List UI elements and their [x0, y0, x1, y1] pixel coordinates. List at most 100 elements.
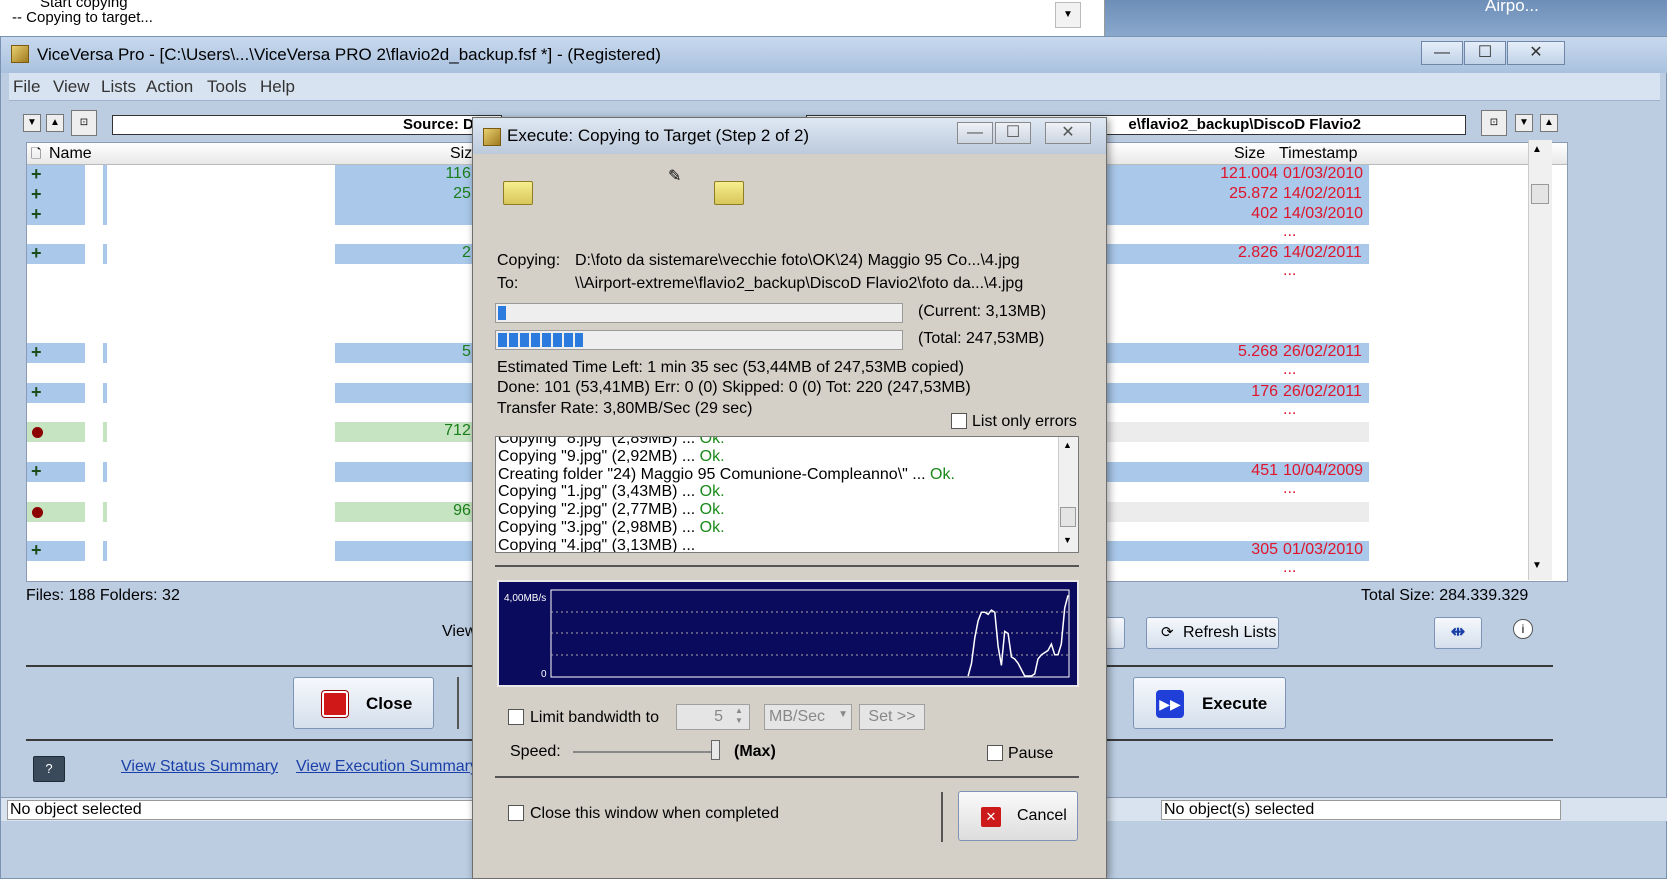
source-dropdown-button[interactable]: ▼	[23, 114, 41, 132]
target-dropdown-button[interactable]: ▼	[1515, 114, 1533, 132]
target-lock-icon[interactable]: ⊡	[1481, 110, 1507, 136]
log-scroll-thumb[interactable]	[1060, 507, 1076, 527]
copying-path: D:\foto da sistemare\vecchie foto\OK\24)…	[575, 252, 1020, 269]
target-row[interactable]: 25.87214/02/2011 ...	[1102, 184, 1369, 220]
pause-checkbox[interactable]	[987, 745, 1003, 761]
current-progress-fill	[498, 306, 506, 320]
source-lock-icon[interactable]: ⊡	[71, 110, 97, 136]
scroll-up-icon[interactable]: ▲	[1532, 144, 1542, 155]
speed-slider-thumb[interactable]	[711, 740, 720, 760]
target-row[interactable]: 2.826 14/02/2011 ...	[1102, 244, 1369, 279]
transfer-rate-chart: 4,00MB/s 0	[504, 589, 1070, 680]
menu-help[interactable]: Help	[260, 77, 295, 97]
source-path-box: Source: D	[112, 115, 502, 135]
target-row[interactable]	[1102, 482, 1369, 502]
close-button[interactable]: Close	[293, 677, 434, 729]
close-when-completed-checkbox[interactable]	[508, 805, 524, 821]
menu-view[interactable]: View	[53, 77, 90, 97]
log-scrollbar[interactable]: ▲ ▼	[1058, 437, 1078, 552]
minimize-button[interactable]: —	[1421, 41, 1463, 65]
info-icon[interactable]: i	[1513, 619, 1533, 639]
limit-bandwidth-checkbox[interactable]	[508, 709, 524, 725]
log-text: Copying "4.jpg" (3,13MB) ...	[498, 536, 696, 553]
menu-file[interactable]: File	[13, 77, 40, 97]
target-col-size[interactable]: Size	[1234, 145, 1265, 163]
source-up-button[interactable]: ▲	[46, 114, 64, 132]
cancel-button[interactable]: ✕ Cancel	[958, 791, 1078, 841]
view-status-summary-link[interactable]: View Status Summary	[121, 758, 278, 776]
dialog-close-button[interactable]: ✕	[1045, 122, 1091, 144]
log-status: Ok.	[699, 519, 725, 536]
target-row[interactable]	[1102, 323, 1369, 343]
log-line: Copying "8.jpg" (2,89MB) ... Ok.	[498, 436, 725, 448]
target-row[interactable]	[1102, 422, 1369, 443]
target-row[interactable]	[1102, 363, 1369, 383]
menu-action[interactable]: Action	[146, 77, 193, 97]
execute-button[interactable]: ▶▶ Execute	[1133, 677, 1286, 729]
target-row[interactable]: 176 26/02/2011 ...	[1102, 382, 1369, 418]
target-scrollbar[interactable]: ▲ ▼	[1528, 140, 1552, 580]
set-button[interactable]: Set >>	[859, 704, 925, 730]
target-col-timestamp[interactable]: Timestamp	[1279, 145, 1358, 163]
target-row[interactable]	[1102, 224, 1369, 244]
dialog-minimize-button[interactable]: —	[957, 122, 993, 144]
target-size-cell: 5.268	[1237, 343, 1278, 361]
menu-tools[interactable]: Tools	[207, 77, 247, 97]
target-size-cell: 451	[1251, 462, 1278, 479]
console-scroll-down-button[interactable]: ▼	[1055, 2, 1081, 28]
scroll-thumb[interactable]	[1531, 184, 1549, 204]
target-file-list[interactable]: Size Timestamp 121.00401/03/2010 ...25.8…	[1101, 142, 1568, 582]
refresh-icon: ⟳	[1161, 624, 1174, 641]
log-text: Copying "8.jpg" (2,89MB) ...	[498, 436, 700, 447]
menu-lists[interactable]: Lists	[101, 77, 136, 97]
view-execution-summary-link[interactable]: View Execution Summary	[296, 758, 478, 776]
redacted-area	[107, 165, 335, 565]
dialog-separator-1	[495, 565, 1079, 567]
source-footer: Files: 188 Folders: 32	[26, 587, 180, 604]
separator-left	[26, 665, 474, 667]
execute-dialog: Execute: Copying to Target (Step 2 of 2)…	[472, 117, 1107, 879]
desktop-area: Airpo...	[1105, 0, 1667, 36]
desktop-label: Airpo...	[1485, 0, 1539, 15]
cancel-label: Cancel	[1017, 807, 1067, 824]
target-row[interactable]: 402 14/03/2010 ...	[1102, 204, 1369, 240]
log-scroll-down-icon[interactable]: ▼	[1063, 535, 1072, 545]
list-only-errors-checkbox[interactable]	[951, 413, 967, 429]
execute-icon: ▶▶	[1156, 690, 1184, 718]
source-col-name[interactable]: Name	[49, 145, 92, 163]
stop-icon	[322, 691, 348, 717]
target-row[interactable]	[1102, 403, 1369, 423]
bandwidth-unit-select[interactable]: MB/Sec ▼	[764, 704, 852, 730]
target-row[interactable]	[1102, 264, 1369, 284]
refresh-lists-button[interactable]: ⟳ Refresh Lists	[1146, 617, 1279, 649]
target-row[interactable]	[1102, 284, 1369, 304]
speed-label: Speed:	[510, 743, 561, 760]
source-file-list[interactable]: 🗋 Name Size +116.759+25.873+417+2.826+5.…	[26, 142, 526, 582]
log-text: Copying "1.jpg" (3,43MB) ...	[498, 483, 700, 501]
target-row[interactable]	[1102, 501, 1369, 522]
cancel-icon: ✕	[981, 807, 1001, 827]
target-up-button[interactable]: ▲	[1540, 114, 1558, 132]
close-window-button[interactable]: ✕	[1507, 41, 1565, 65]
target-row[interactable]: 5.268 26/02/2011 ...	[1102, 343, 1369, 378]
target-row[interactable]: 121.00401/03/2010 ...	[1102, 165, 1369, 200]
bandwidth-spinner-icon[interactable]: ▲ ▼	[730, 706, 748, 728]
target-row[interactable]	[1102, 304, 1369, 324]
dialog-title: Execute: Copying to Target (Step 2 of 2)	[507, 126, 810, 145]
graph-max-label: 4,00MB/s	[504, 593, 546, 604]
help-icon[interactable]: ?	[33, 756, 65, 782]
list-only-errors-label: List only errors	[972, 413, 1077, 430]
target-row[interactable]	[1102, 442, 1369, 462]
current-progress-bar	[495, 303, 903, 323]
maximize-button[interactable]: ☐	[1464, 41, 1506, 65]
target-row[interactable]: 451 10/04/2009 ...	[1102, 462, 1369, 497]
total-progress-bar	[495, 330, 903, 350]
log-scroll-up-icon[interactable]: ▲	[1063, 440, 1072, 450]
speed-slider-track[interactable]	[573, 751, 719, 753]
scroll-down-icon[interactable]: ▼	[1532, 560, 1542, 571]
dialog-maximize-button[interactable]: ☐	[995, 122, 1031, 144]
target-row[interactable]: 305 01/03/2010 ...	[1102, 541, 1369, 576]
copy-log[interactable]: Copying "8.jpg" (2,89MB) ... Ok. Copying …	[495, 436, 1079, 553]
target-row[interactable]	[1102, 521, 1369, 541]
sync-columns-icon[interactable]: ⇹	[1434, 617, 1482, 649]
